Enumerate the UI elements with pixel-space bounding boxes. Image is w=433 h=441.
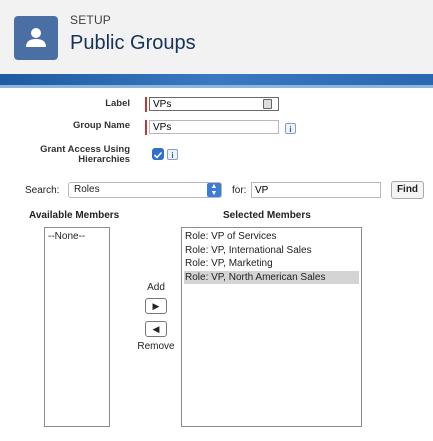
label-field-label: Label <box>105 98 130 109</box>
group-name-label: Group Name <box>72 120 130 131</box>
for-label: for: <box>232 185 247 196</box>
list-item-selected[interactable]: Role: VP, North American Sales <box>184 270 359 284</box>
grant-access-checkbox[interactable] <box>152 148 164 160</box>
group-name-info-icon[interactable]: i <box>285 123 296 134</box>
select-arrows-icon: ▲ ▼ <box>207 183 221 197</box>
search-for-input[interactable]: VP <box>251 182 381 198</box>
contact-card-icon[interactable] <box>263 99 272 109</box>
people-icon <box>14 16 58 60</box>
search-label: Search: <box>25 185 60 196</box>
remove-button[interactable]: ◀ <box>145 321 167 337</box>
available-members-list[interactable]: --None-- <box>44 227 110 427</box>
group-name-input[interactable]: VPs <box>149 120 279 134</box>
label-input[interactable]: VPs <box>149 97 279 111</box>
add-button[interactable]: ▶ <box>145 298 167 314</box>
arrow-right-icon: ▶ <box>152 301 160 311</box>
list-item[interactable]: Role: VP, Marketing <box>184 257 359 271</box>
remove-label: Remove <box>137 341 175 352</box>
page-title: Public Groups <box>70 32 196 54</box>
form-area: Label VPs Group Name VPs i Grant Access … <box>0 88 433 441</box>
grant-access-info-icon[interactable]: i <box>167 149 178 160</box>
available-members-title: Available Members <box>29 210 120 221</box>
list-item[interactable]: Role: VP, International Sales <box>184 244 359 258</box>
list-item[interactable]: --None-- <box>47 230 107 244</box>
grant-access-label: Grant Access Using Hierarchies <box>40 144 130 165</box>
group-name-required-marker <box>145 120 147 135</box>
header-band <box>0 74 433 88</box>
find-button[interactable]: Find <box>391 181 424 199</box>
add-label: Add <box>147 282 165 293</box>
arrow-left-icon: ◀ <box>152 324 160 334</box>
search-type-value: Roles <box>74 184 100 195</box>
label-required-marker <box>145 97 147 112</box>
page-header: SETUP Public Groups <box>0 0 433 74</box>
setup-label: SETUP <box>70 13 112 27</box>
selected-members-list[interactable]: Role: VP of Services Role: VP, Internati… <box>181 227 362 427</box>
selected-members-title: Selected Members <box>223 210 311 221</box>
list-item[interactable]: Role: VP of Services <box>184 230 359 244</box>
search-type-select[interactable]: Roles ▲ ▼ <box>68 182 222 198</box>
